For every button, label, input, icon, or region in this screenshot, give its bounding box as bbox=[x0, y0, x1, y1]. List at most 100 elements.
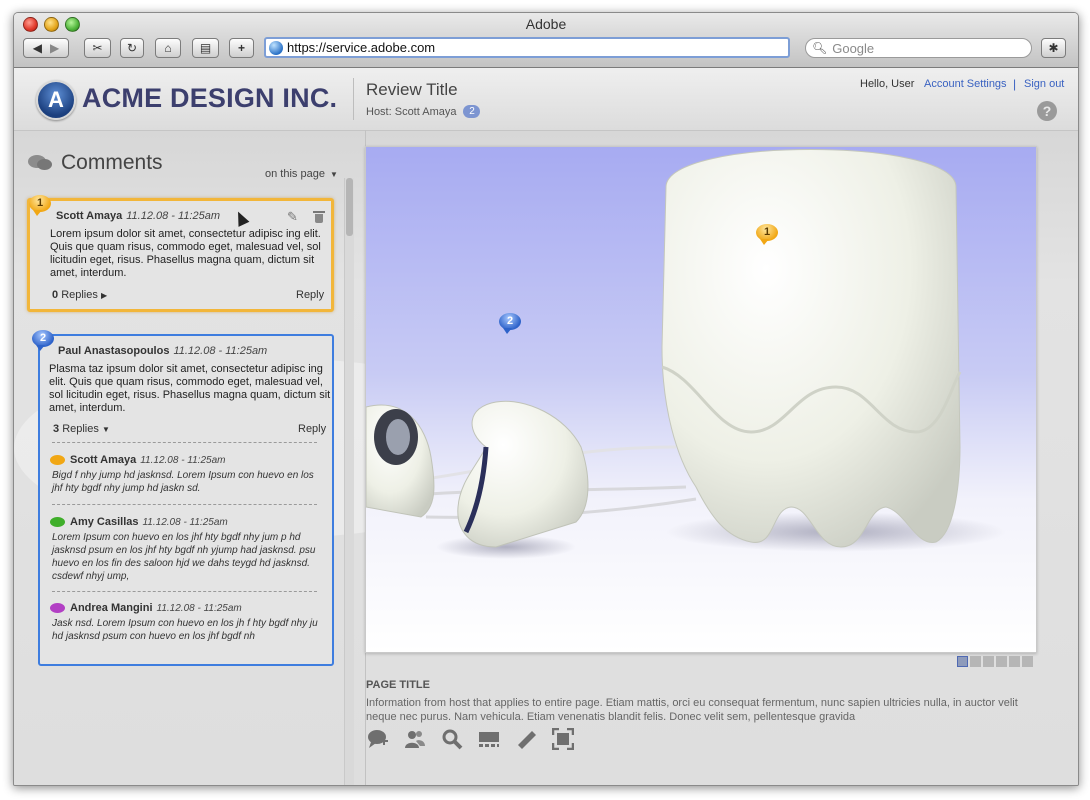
reply-divider bbox=[52, 504, 317, 505]
filter-label: on this page bbox=[265, 168, 325, 180]
speaker-product-illustration bbox=[366, 147, 1036, 652]
link-separator: | bbox=[1013, 77, 1017, 91]
search-placeholder: Google bbox=[832, 40, 875, 56]
reply-body: Lorem Ipsum con huevo en los jhf hty bgd… bbox=[52, 532, 316, 582]
back-forward-group[interactable]: ◀ ▶ bbox=[23, 38, 69, 58]
account-settings-link[interactable]: Account Settings bbox=[924, 78, 1007, 90]
users-icon[interactable] bbox=[404, 728, 426, 750]
scrollbar-thumb[interactable] bbox=[346, 178, 353, 236]
chevron-down-icon: ▼ bbox=[101, 425, 110, 434]
snippet-button[interactable]: ✂ bbox=[84, 38, 111, 58]
review-image[interactable]: 1 2 bbox=[365, 146, 1037, 653]
reply-body: Bigd f nhy jump hd jasknsd. Lorem Ipsum … bbox=[52, 470, 314, 494]
comment-time: 11.12.08 - 11:25am bbox=[126, 210, 221, 222]
reply-time: 11.12.08 - 11:25am bbox=[140, 454, 226, 466]
reply-body: Jask nsd. Lorem Ipsum con huevo en los j… bbox=[52, 618, 318, 642]
reply-time: 11.12.08 - 11:25am bbox=[156, 602, 242, 614]
acme-logo-icon[interactable]: A bbox=[36, 80, 76, 120]
forward-icon[interactable]: ▶ bbox=[50, 41, 59, 55]
comment-body: Plasma taz ipsum dolor sit amet, consect… bbox=[49, 363, 331, 414]
search-field[interactable]: 🔍︎ Google bbox=[805, 38, 1032, 58]
chevron-down-icon: ▼ bbox=[329, 170, 338, 179]
page-thumb[interactable] bbox=[983, 656, 994, 667]
reply-divider bbox=[52, 591, 317, 592]
bug-icon: ✱ bbox=[1048, 41, 1059, 55]
page-thumb[interactable] bbox=[957, 656, 968, 667]
reply-bubble-icon bbox=[50, 455, 65, 465]
reply-author: Scott Amaya 11.12.08 - 11:25am bbox=[50, 454, 225, 466]
brand-name: ACME DESIGN INC. bbox=[82, 83, 338, 113]
page-thumb[interactable] bbox=[996, 656, 1007, 667]
reload-button[interactable]: ↻ bbox=[120, 38, 144, 58]
filmstrip-icon[interactable] bbox=[478, 728, 500, 750]
mouse-cursor-icon bbox=[232, 209, 250, 227]
reply-divider bbox=[52, 442, 317, 443]
ruler-icon[interactable] bbox=[515, 728, 537, 750]
browser-window: Adobe ◀ ▶ ✂ ↻ ⌂ ▤ + https://service.adob… bbox=[13, 12, 1079, 786]
add-comment-icon[interactable] bbox=[367, 728, 389, 750]
reply-author: Andrea Mangini 11.12.08 - 11:25am bbox=[50, 602, 242, 614]
comment-marker-1[interactable]: 1 bbox=[29, 195, 51, 216]
page-title: PAGE TITLE bbox=[366, 679, 430, 691]
reply-author: Amy Casillas 11.12.08 - 11:25am bbox=[50, 516, 228, 528]
globe-icon bbox=[269, 40, 283, 55]
reload-icon: ↻ bbox=[126, 41, 138, 55]
add-tab-icon: + bbox=[237, 41, 245, 55]
window-title: Adobe bbox=[525, 16, 567, 32]
comment-body: Lorem ipsum dolor sit amet, consectetur … bbox=[50, 228, 321, 279]
comment-time: 11.12.08 - 11:25am bbox=[173, 345, 268, 357]
chevron-right-icon: ▶ bbox=[100, 291, 108, 300]
url-text[interactable]: https://service.adobe.com bbox=[287, 40, 435, 55]
host-count-badge[interactable]: 2 bbox=[463, 105, 481, 118]
greeting: Hello, User bbox=[860, 78, 915, 90]
replies-toggle[interactable]: 3 Replies ▼ bbox=[53, 423, 110, 435]
image-pin-2[interactable]: 2 bbox=[499, 313, 521, 334]
host-label: Host: Scott Amaya bbox=[366, 105, 457, 118]
print-icon: ▤ bbox=[199, 41, 212, 55]
page-thumbnails bbox=[957, 656, 1035, 667]
header-divider bbox=[353, 78, 354, 120]
comments-icon bbox=[28, 153, 52, 173]
reply-link[interactable]: Reply bbox=[296, 289, 324, 301]
reply-bubble-icon bbox=[50, 517, 65, 527]
address-bar[interactable]: https://service.adobe.com bbox=[264, 37, 790, 58]
edit-icon[interactable]: ✎ bbox=[287, 210, 301, 224]
trash-icon[interactable] bbox=[313, 210, 325, 224]
reply-link[interactable]: Reply bbox=[298, 423, 326, 435]
page-thumb[interactable] bbox=[1022, 656, 1033, 667]
browser-chrome: Adobe ◀ ▶ ✂ ↻ ⌂ ▤ + https://service.adob… bbox=[14, 13, 1078, 68]
comment-card-1[interactable]: Scott Amaya 11.12.08 - 11:25am ✎ Lorem ip… bbox=[27, 198, 334, 312]
comment-card-2[interactable]: Paul Anastasopoulos 11.12.08 - 11:25am Pl… bbox=[38, 334, 334, 666]
comment-author: Scott Amaya 11.12.08 - 11:25am bbox=[56, 210, 221, 222]
home-button[interactable]: ⌂ bbox=[155, 38, 181, 58]
comment-author: Paul Anastasopoulos 11.12.08 - 11:25am bbox=[58, 345, 268, 357]
sign-out-link[interactable]: Sign out bbox=[1024, 78, 1064, 90]
host-line: Host: Scott Amaya 2 bbox=[366, 105, 481, 118]
comments-scrollbar[interactable] bbox=[344, 178, 354, 785]
app-header: A ACME DESIGN INC. Review Title Host: Sc… bbox=[14, 68, 1078, 131]
comments-header: Comments bbox=[28, 151, 163, 175]
add-tab-button[interactable]: + bbox=[229, 38, 254, 58]
app-content: A ACME DESIGN INC. Review Title Host: Sc… bbox=[14, 68, 1078, 785]
reply-time: 11.12.08 - 11:25am bbox=[142, 516, 228, 528]
bug-report-button[interactable]: ✱ bbox=[1041, 38, 1066, 58]
comment-filter-dropdown[interactable]: on this page ▼ bbox=[265, 168, 338, 180]
print-button[interactable]: ▤ bbox=[192, 38, 219, 58]
reply-bubble-icon bbox=[50, 603, 65, 613]
snippet-icon: ✂ bbox=[92, 41, 103, 55]
page-thumb[interactable] bbox=[1009, 656, 1020, 667]
search-icon: 🔍︎ bbox=[812, 41, 828, 55]
zoom-icon[interactable] bbox=[441, 728, 463, 750]
back-icon[interactable]: ◀ bbox=[33, 41, 42, 55]
image-pin-1[interactable]: 1 bbox=[756, 224, 778, 245]
replies-toggle[interactable]: 0 Replies ▶ bbox=[52, 289, 107, 301]
fullscreen-icon[interactable] bbox=[551, 727, 575, 751]
review-toolbar bbox=[367, 727, 589, 751]
comments-title: Comments bbox=[61, 151, 163, 174]
home-icon: ⌂ bbox=[164, 41, 172, 55]
page-thumb[interactable] bbox=[970, 656, 981, 667]
page-description: Information from host that applies to en… bbox=[366, 697, 1018, 723]
help-icon[interactable]: ? bbox=[1037, 101, 1057, 121]
comment-marker-2[interactable]: 2 bbox=[32, 330, 54, 351]
review-title: Review Title bbox=[366, 80, 458, 99]
